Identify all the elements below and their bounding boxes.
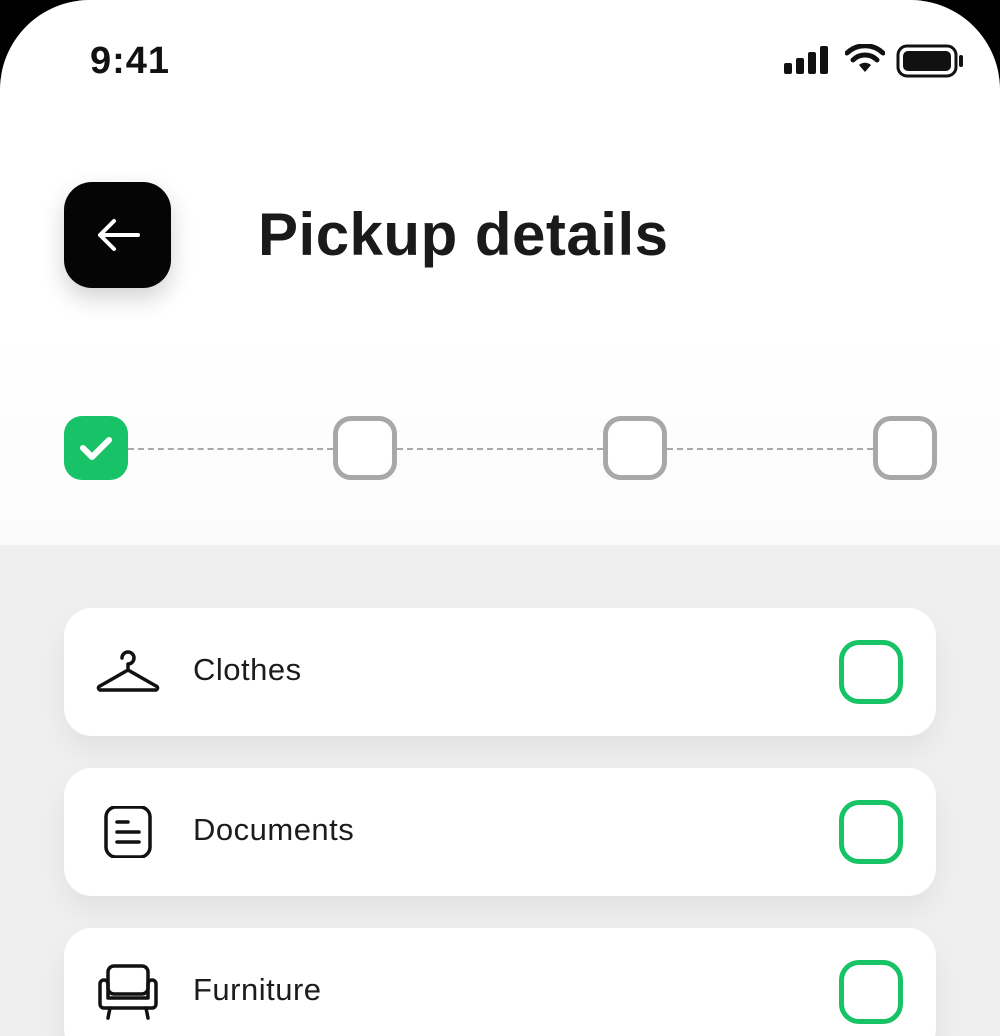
cellular-signal-icon	[784, 46, 828, 74]
arrow-left-icon	[97, 219, 140, 251]
status-bar: 9:41	[0, 0, 1000, 110]
step-2	[333, 416, 397, 480]
step-4	[873, 416, 937, 480]
step-1-completed	[64, 416, 128, 480]
checkbox[interactable]	[839, 640, 903, 704]
progress-stepper	[0, 400, 1000, 500]
step-connector	[667, 448, 873, 450]
armchair-icon	[98, 964, 158, 1020]
wifi-icon	[845, 44, 885, 72]
step-connector	[397, 448, 603, 450]
item-card-furniture[interactable]: Furniture	[64, 928, 936, 1036]
item-card-documents[interactable]: Documents	[64, 768, 936, 896]
item-label: Clothes	[193, 652, 302, 687]
checkbox[interactable]	[839, 800, 903, 864]
item-label: Furniture	[193, 972, 322, 1007]
check-icon	[80, 437, 112, 460]
item-label: Documents	[193, 812, 355, 847]
step-connector	[128, 448, 333, 450]
page-title: Pickup details	[258, 201, 669, 268]
phone-screen: 9:41 Pickup details Clothes Documents Fu…	[0, 0, 1000, 1036]
document-icon	[104, 806, 152, 858]
step-3	[603, 416, 667, 480]
hanger-icon	[96, 650, 160, 692]
back-button[interactable]	[64, 182, 171, 288]
checkbox[interactable]	[839, 960, 903, 1024]
battery-icon	[896, 44, 963, 78]
status-time: 9:41	[90, 40, 171, 82]
item-card-clothes[interactable]: Clothes	[64, 608, 936, 736]
